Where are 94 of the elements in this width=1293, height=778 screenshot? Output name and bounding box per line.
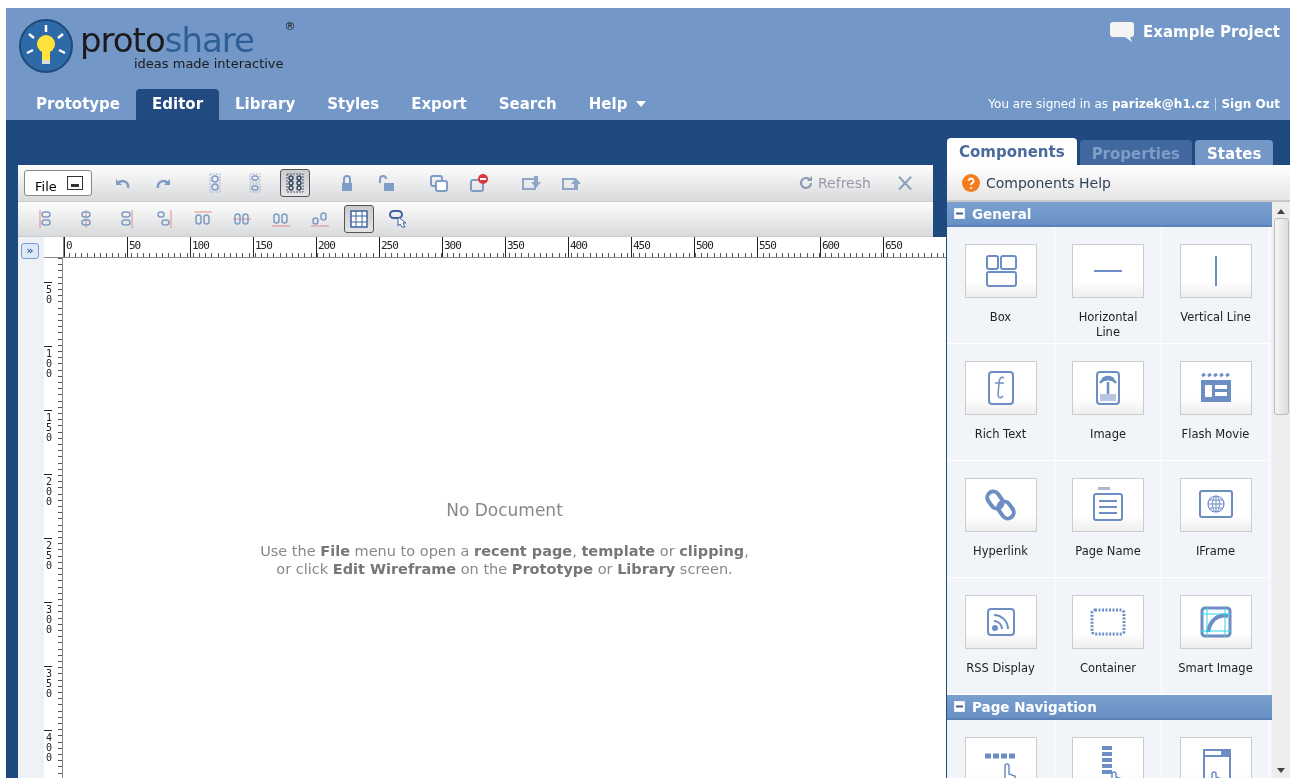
empty-message: Use the File menu to open a recent page, template or clipping, or click Edit Wireframe on the Prototype or Library screen. <box>260 542 749 578</box>
ruler-label: 350 <box>505 237 568 257</box>
nav-tab[interactable]: Export <box>395 89 483 120</box>
ruler-label: 350 <box>44 666 52 730</box>
ruler-label: 100 <box>190 237 253 257</box>
ruler-label: 250 <box>379 237 442 257</box>
send-backward-icon <box>520 173 541 193</box>
ruler-label: 50 <box>127 237 190 257</box>
file-menu-dropdown[interactable]: File <box>24 170 92 196</box>
component-label: Image <box>1089 427 1127 442</box>
ruler-label: 650 <box>883 237 946 257</box>
components-help-link[interactable]: Components Help <box>986 174 1111 191</box>
scrollbar[interactable] <box>1272 202 1290 778</box>
ruler-label: 500 <box>694 237 757 257</box>
component-tile[interactable]: Container <box>1055 578 1162 695</box>
scroll-up-icon <box>1277 208 1285 214</box>
unlock-icon <box>376 173 397 193</box>
nav-tab[interactable]: Library <box>219 89 312 120</box>
ruler-label: 300 <box>44 602 52 666</box>
ruler-label: 200 <box>316 237 379 257</box>
vertical-line-icon <box>1213 256 1218 286</box>
ruler-label: 450 <box>631 237 694 257</box>
empty-title: No Document <box>445 500 564 520</box>
ruler-label: 100 <box>44 346 52 410</box>
user-email: parizek@h1.cz <box>1112 97 1210 111</box>
section-header[interactable]: General <box>947 202 1272 227</box>
ruler-label: 250 <box>44 538 52 602</box>
distribute-vertical-icon <box>154 209 174 229</box>
sign-out-link[interactable]: Sign Out <box>1221 97 1280 111</box>
component-label: Page Name <box>1074 544 1142 559</box>
component-tile[interactable]: RSS Display <box>947 578 1055 695</box>
ruler-label: 200 <box>44 474 52 538</box>
logo-wordmark: protoshare <box>80 22 254 57</box>
signed-in-text: You are signed in as <box>988 97 1109 111</box>
ruler-label: 300 <box>442 237 505 257</box>
pointer-icon <box>388 209 408 229</box>
component-label: Rich Text <box>973 427 1028 442</box>
horizontal-line-icon <box>1094 269 1122 273</box>
nav-tab[interactable]: Search <box>482 89 573 120</box>
ruler-label: 150 <box>253 237 316 257</box>
grid-icon <box>349 209 369 229</box>
component-label: Hyperlink <box>972 544 1029 559</box>
component-tile[interactable]: Vertical Line <box>1162 227 1270 344</box>
ruler-label: 0 <box>64 237 127 257</box>
scroll-down-icon <box>1277 768 1285 774</box>
duplicate-icon <box>428 173 449 193</box>
panel-tab[interactable]: States <box>1195 140 1274 165</box>
distribute-horizontal-icon <box>310 209 330 229</box>
component-tile[interactable]: IFrame <box>1162 461 1270 578</box>
component-tile[interactable]: Smart Image <box>1162 578 1270 695</box>
component-label: Flash Movie <box>1180 427 1251 442</box>
delete-icon <box>468 173 489 193</box>
component-label: Vertical Line <box>1179 310 1252 325</box>
component-tile[interactable]: Flash Movie <box>1162 344 1270 461</box>
panel-tab[interactable]: Components <box>947 138 1077 165</box>
scrollbar-thumb[interactable] <box>1273 218 1289 415</box>
ruler-label: 400 <box>568 237 631 257</box>
component-label: Smart Image <box>1177 661 1254 676</box>
component-label: RSS Display <box>965 661 1036 676</box>
component-tile[interactable]: Image <box>1055 344 1162 461</box>
nav-tab[interactable]: Styles <box>311 89 396 120</box>
section-header[interactable]: Page Navigation <box>947 695 1272 720</box>
nav-tab[interactable]: Editor <box>136 89 220 120</box>
lightbulb-logo-icon <box>18 18 74 74</box>
collapse-icon[interactable] <box>954 208 965 219</box>
component-label: Horizontal Line <box>1077 310 1139 340</box>
select-all-button[interactable] <box>279 169 310 197</box>
expand-button[interactable]: » <box>21 243 39 259</box>
logo-tagline: ideas made interactive <box>134 56 284 70</box>
collapse-icon[interactable] <box>954 701 965 712</box>
component-label: Container <box>1078 661 1138 676</box>
component-tile[interactable]: Page Name <box>1055 461 1162 578</box>
component-tile[interactable]: Rich Text <box>947 344 1055 461</box>
speech-bubble-icon <box>1108 20 1135 44</box>
component-tile[interactable]: Box <box>947 227 1055 344</box>
registered-mark: ® <box>284 20 296 32</box>
ruler-label: 400 <box>44 730 52 778</box>
ruler-label: 550 <box>757 237 820 257</box>
dropdown-icon <box>66 176 83 190</box>
help-icon <box>962 173 980 192</box>
nav-tab[interactable]: Help <box>572 89 664 120</box>
component-tile[interactable]: Hyperlink <box>947 461 1055 578</box>
separator: | <box>1213 97 1218 111</box>
nav-tab[interactable]: Prototype <box>20 89 137 120</box>
component-label: Box <box>988 310 1013 325</box>
component-label: IFrame <box>1194 544 1237 559</box>
grid-button[interactable] <box>344 205 374 233</box>
ruler-label: 600 <box>820 237 883 257</box>
component-tile[interactable]: Horizontal Line <box>1055 227 1162 344</box>
select-all-icon <box>284 173 305 193</box>
refresh-icon <box>798 175 814 191</box>
project-name[interactable]: Example Project <box>1142 23 1280 41</box>
ruler-label: 50 <box>44 282 52 346</box>
ruler-label: 150 <box>44 410 52 474</box>
